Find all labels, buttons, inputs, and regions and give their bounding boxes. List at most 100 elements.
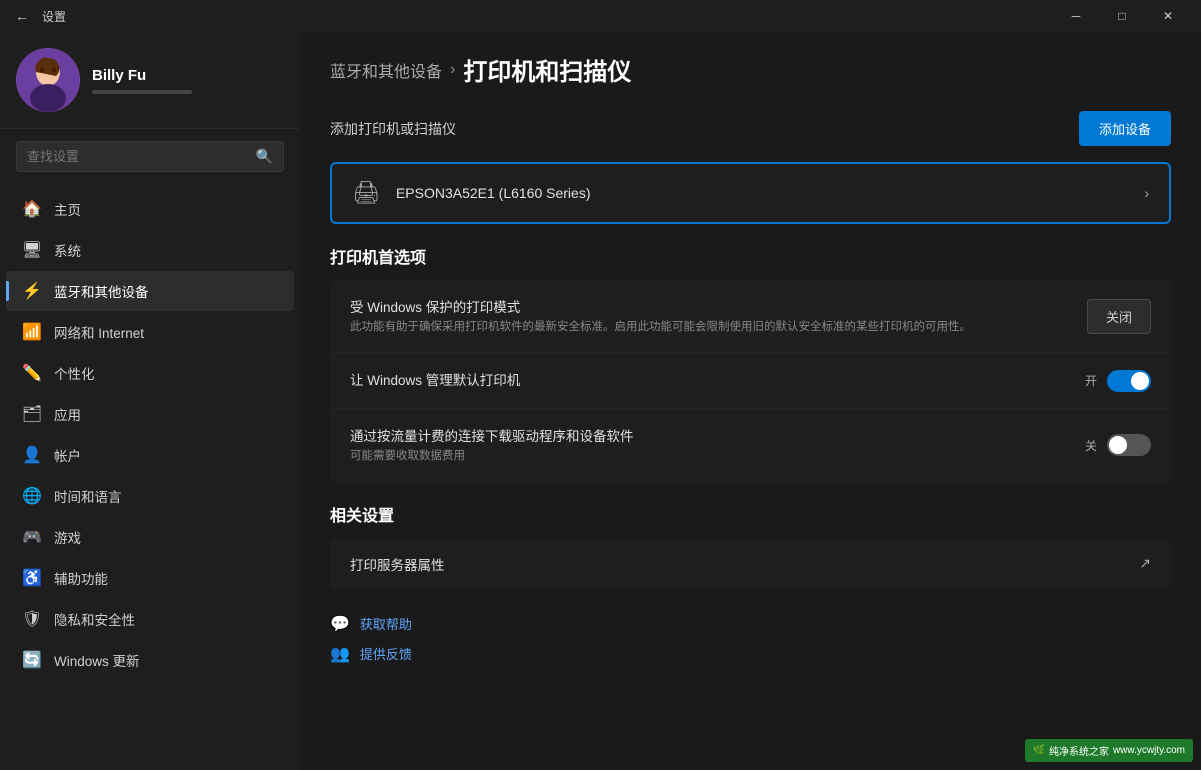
pref-desc-download_metered: 可能需要收取数据费用: [350, 448, 1085, 465]
footer-label-help: 获取帮助: [360, 614, 412, 633]
nav-icon-home: 🏠: [22, 199, 42, 219]
titlebar-title: 设置: [42, 8, 1053, 25]
content-area: 蓝牙和其他设备 › 打印机和扫描仪 添加打印机或扫描仪 添加设备 🖨 EPSON…: [300, 32, 1201, 770]
minimize-button[interactable]: ─: [1053, 0, 1099, 32]
search-box: 🔍: [16, 141, 284, 172]
nav-icon-personalization: ✏️: [22, 363, 42, 383]
pref-title-manage_default: 让 Windows 管理默认打印机: [350, 369, 1085, 389]
sidebar-item-apps[interactable]: 🗂 应用: [6, 394, 294, 434]
toggle-download_metered[interactable]: [1107, 434, 1151, 456]
pref-row-download_metered: 通过按流量计费的连接下载驱动程序和设备软件 可能需要收取数据费用 关: [330, 409, 1171, 481]
breadcrumb-current: 打印机和扫描仪: [463, 52, 631, 87]
pref-btn-protected_mode[interactable]: 关闭: [1087, 299, 1151, 334]
maximize-icon: □: [1118, 9, 1125, 23]
pref-title-protected_mode: 受 Windows 保护的打印模式: [350, 296, 1087, 316]
toggle-thumb-manage_default: [1131, 372, 1149, 390]
nav-icon-apps: 🗂: [22, 404, 42, 424]
breadcrumb-separator: ›: [450, 61, 455, 79]
watermark-text: 纯净系统之家: [1049, 743, 1109, 758]
sidebar-item-system[interactable]: 🖥 系统: [6, 230, 294, 270]
nav-label-system: 系统: [54, 240, 81, 260]
footer-link-help[interactable]: 💬 获取帮助: [330, 614, 1171, 634]
avatar: [16, 48, 80, 112]
preferences-card: 受 Windows 保护的打印模式 此功能有助于确保采用打印机软件的最新安全标准…: [330, 280, 1171, 482]
nav-icon-accounts: 👤: [22, 445, 42, 465]
related-card: 打印服务器属性 ↗: [330, 538, 1171, 590]
pref-info-download_metered: 通过按流量计费的连接下载驱动程序和设备软件 可能需要收取数据费用: [350, 425, 1085, 465]
footer-links: 💬 获取帮助 👥 提供反馈: [330, 614, 1171, 664]
nav-icon-network: 📶: [22, 322, 42, 342]
sidebar-item-gaming[interactable]: 🎮 游戏: [6, 517, 294, 557]
sidebar-item-accessibility[interactable]: ♿ 辅助功能: [6, 558, 294, 598]
nav-label-update: Windows 更新: [54, 650, 140, 670]
related-section: 相关设置 打印服务器属性 ↗: [330, 502, 1171, 590]
related-icon-print_server: ↗: [1139, 555, 1151, 572]
footer-label-feedback: 提供反馈: [360, 644, 412, 663]
pref-row-protected_mode: 受 Windows 保护的打印模式 此功能有助于确保采用打印机软件的最新安全标准…: [330, 280, 1171, 353]
nav-label-accessibility: 辅助功能: [54, 568, 108, 588]
user-info: Billy Fu: [92, 67, 192, 94]
add-printer-label: 添加打印机或扫描仪: [330, 119, 456, 139]
sidebar-item-bluetooth[interactable]: ⚡ 蓝牙和其他设备: [6, 271, 294, 311]
nav-label-apps: 应用: [54, 404, 81, 424]
toggle-label-manage_default: 开: [1085, 372, 1097, 389]
watermark: 🌿 纯净系统之家 www.ycwjty.com: [1025, 739, 1194, 762]
sidebar: Billy Fu 🔍 🏠 主页 🖥 系统 ⚡ 蓝牙和其他设备 📶 网络和 Int…: [0, 32, 300, 770]
printer-item[interactable]: 🖨 EPSON3A52E1 (L6160 Series) ›: [330, 162, 1171, 224]
pref-desc-protected_mode: 此功能有助于确保采用打印机软件的最新安全标准。启用此功能可能会限制使用旧的默认安…: [350, 319, 1087, 336]
pref-action-download_metered: 关: [1085, 434, 1151, 456]
back-icon: ←: [15, 8, 29, 24]
related-row-print_server[interactable]: 打印服务器属性 ↗: [330, 538, 1171, 590]
nav-label-home: 主页: [54, 199, 81, 219]
nav-icon-privacy: 🛡: [22, 609, 42, 629]
preferences-title: 打印机首选项: [330, 244, 1171, 268]
footer-link-feedback[interactable]: 👥 提供反馈: [330, 644, 1171, 664]
nav-label-network: 网络和 Internet: [54, 322, 144, 342]
search-section: 🔍: [0, 129, 300, 184]
nav-label-gaming: 游戏: [54, 527, 81, 547]
pref-action-manage_default: 开: [1085, 370, 1151, 392]
nav-label-personalization: 个性化: [54, 363, 95, 383]
add-device-button[interactable]: 添加设备: [1079, 111, 1171, 146]
nav-icon-time: 🌐: [22, 486, 42, 506]
back-button[interactable]: ←: [10, 4, 34, 28]
nav-label-privacy: 隐私和安全性: [54, 609, 135, 629]
main-layout: Billy Fu 🔍 🏠 主页 🖥 系统 ⚡ 蓝牙和其他设备 📶 网络和 Int…: [0, 32, 1201, 770]
pref-row-manage_default: 让 Windows 管理默认打印机 开: [330, 353, 1171, 409]
close-button[interactable]: ✕: [1145, 0, 1191, 32]
nav-label-bluetooth: 蓝牙和其他设备: [54, 281, 149, 301]
pref-info-manage_default: 让 Windows 管理默认打印机: [350, 369, 1085, 392]
sidebar-item-home[interactable]: 🏠 主页: [6, 189, 294, 229]
watermark-url: www.ycwjty.com: [1113, 745, 1185, 756]
nav-icon-update: 🔄: [22, 650, 42, 670]
sidebar-item-accounts[interactable]: 👤 帐户: [6, 435, 294, 475]
search-icon: 🔍: [256, 148, 273, 165]
printer-chevron-icon: ›: [1144, 185, 1149, 201]
pref-info-protected_mode: 受 Windows 保护的打印模式 此功能有助于确保采用打印机软件的最新安全标准…: [350, 296, 1087, 336]
user-section[interactable]: Billy Fu: [0, 32, 300, 129]
breadcrumb-parent: 蓝牙和其他设备: [330, 58, 442, 82]
breadcrumb: 蓝牙和其他设备 › 打印机和扫描仪: [330, 52, 1171, 87]
related-title: 相关设置: [330, 502, 1171, 526]
printer-name: EPSON3A52E1 (L6160 Series): [396, 185, 1128, 201]
nav-icon-system: 🖥: [22, 240, 42, 260]
sidebar-item-network[interactable]: 📶 网络和 Internet: [6, 312, 294, 352]
sidebar-item-personalization[interactable]: ✏️ 个性化: [6, 353, 294, 393]
nav-icon-bluetooth: ⚡: [22, 281, 42, 301]
user-status-bar: [92, 90, 192, 94]
toggle-manage_default[interactable]: [1107, 370, 1151, 392]
add-printer-section: 添加打印机或扫描仪 添加设备: [330, 111, 1171, 146]
nav-list: 🏠 主页 🖥 系统 ⚡ 蓝牙和其他设备 📶 网络和 Internet ✏️ 个性…: [0, 184, 300, 685]
nav-icon-accessibility: ♿: [22, 568, 42, 588]
minimize-icon: ─: [1072, 9, 1081, 23]
maximize-button[interactable]: □: [1099, 0, 1145, 32]
sidebar-item-update[interactable]: 🔄 Windows 更新: [6, 640, 294, 680]
user-name: Billy Fu: [92, 67, 192, 84]
window-controls: ─ □ ✕: [1053, 0, 1191, 32]
sidebar-item-time[interactable]: 🌐 时间和语言: [6, 476, 294, 516]
search-input[interactable]: [27, 149, 248, 164]
related-title-print_server: 打印服务器属性: [350, 554, 1139, 574]
titlebar: ← 设置 ─ □ ✕: [0, 0, 1201, 32]
sidebar-item-privacy[interactable]: 🛡 隐私和安全性: [6, 599, 294, 639]
nav-icon-gaming: 🎮: [22, 527, 42, 547]
